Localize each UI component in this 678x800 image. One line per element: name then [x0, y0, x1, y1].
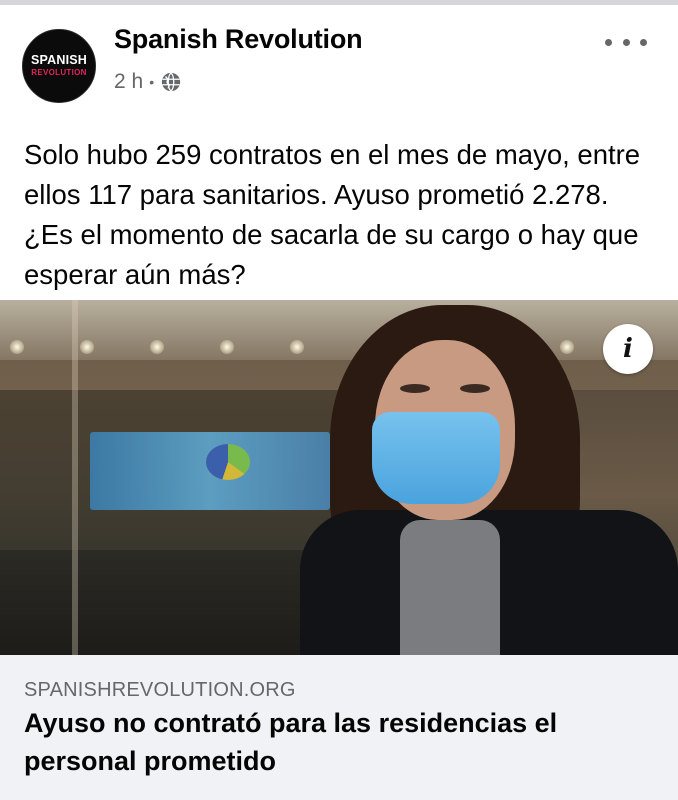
- meta-separator: •: [149, 74, 155, 90]
- image-pole: [72, 300, 78, 655]
- person-eye: [460, 384, 490, 393]
- post-body-text: Solo hubo 259 contratos en el mes de may…: [24, 139, 641, 290]
- person-shirt: [400, 520, 500, 655]
- post-timestamp[interactable]: 2 h: [114, 70, 143, 94]
- globe-icon[interactable]: [160, 71, 182, 93]
- link-preview-image[interactable]: [0, 300, 678, 655]
- screen-pie-graphic: [206, 444, 250, 480]
- avatar-logo-line2: REVOLUTION: [31, 68, 87, 77]
- ceiling-light: [220, 340, 234, 354]
- link-domain: SPANISHREVOLUTION.ORG: [24, 679, 296, 701]
- ceiling-light: [150, 340, 164, 354]
- page-name-link[interactable]: Spanish Revolution: [114, 24, 363, 55]
- post-meta: 2 h •: [114, 68, 182, 96]
- more-dot: [640, 38, 647, 46]
- avatar-logo-line1: SPANISH: [30, 53, 88, 67]
- info-icon[interactable]: i: [603, 324, 653, 374]
- more-dot: [622, 38, 630, 46]
- ceiling-light: [10, 340, 24, 354]
- info-icon-glyph: i: [623, 334, 633, 364]
- ceiling-light: [80, 340, 94, 354]
- more-dot: [605, 38, 612, 46]
- post-header: SPANISH REVOLUTION: [0, 5, 678, 115]
- person-face-mask: [372, 412, 500, 504]
- person-eye: [400, 384, 430, 393]
- page-avatar[interactable]: SPANISH REVOLUTION: [22, 29, 96, 103]
- more-options-icon[interactable]: [605, 30, 647, 54]
- link-headline[interactable]: Ayuso no contrató para las residencias e…: [24, 704, 654, 780]
